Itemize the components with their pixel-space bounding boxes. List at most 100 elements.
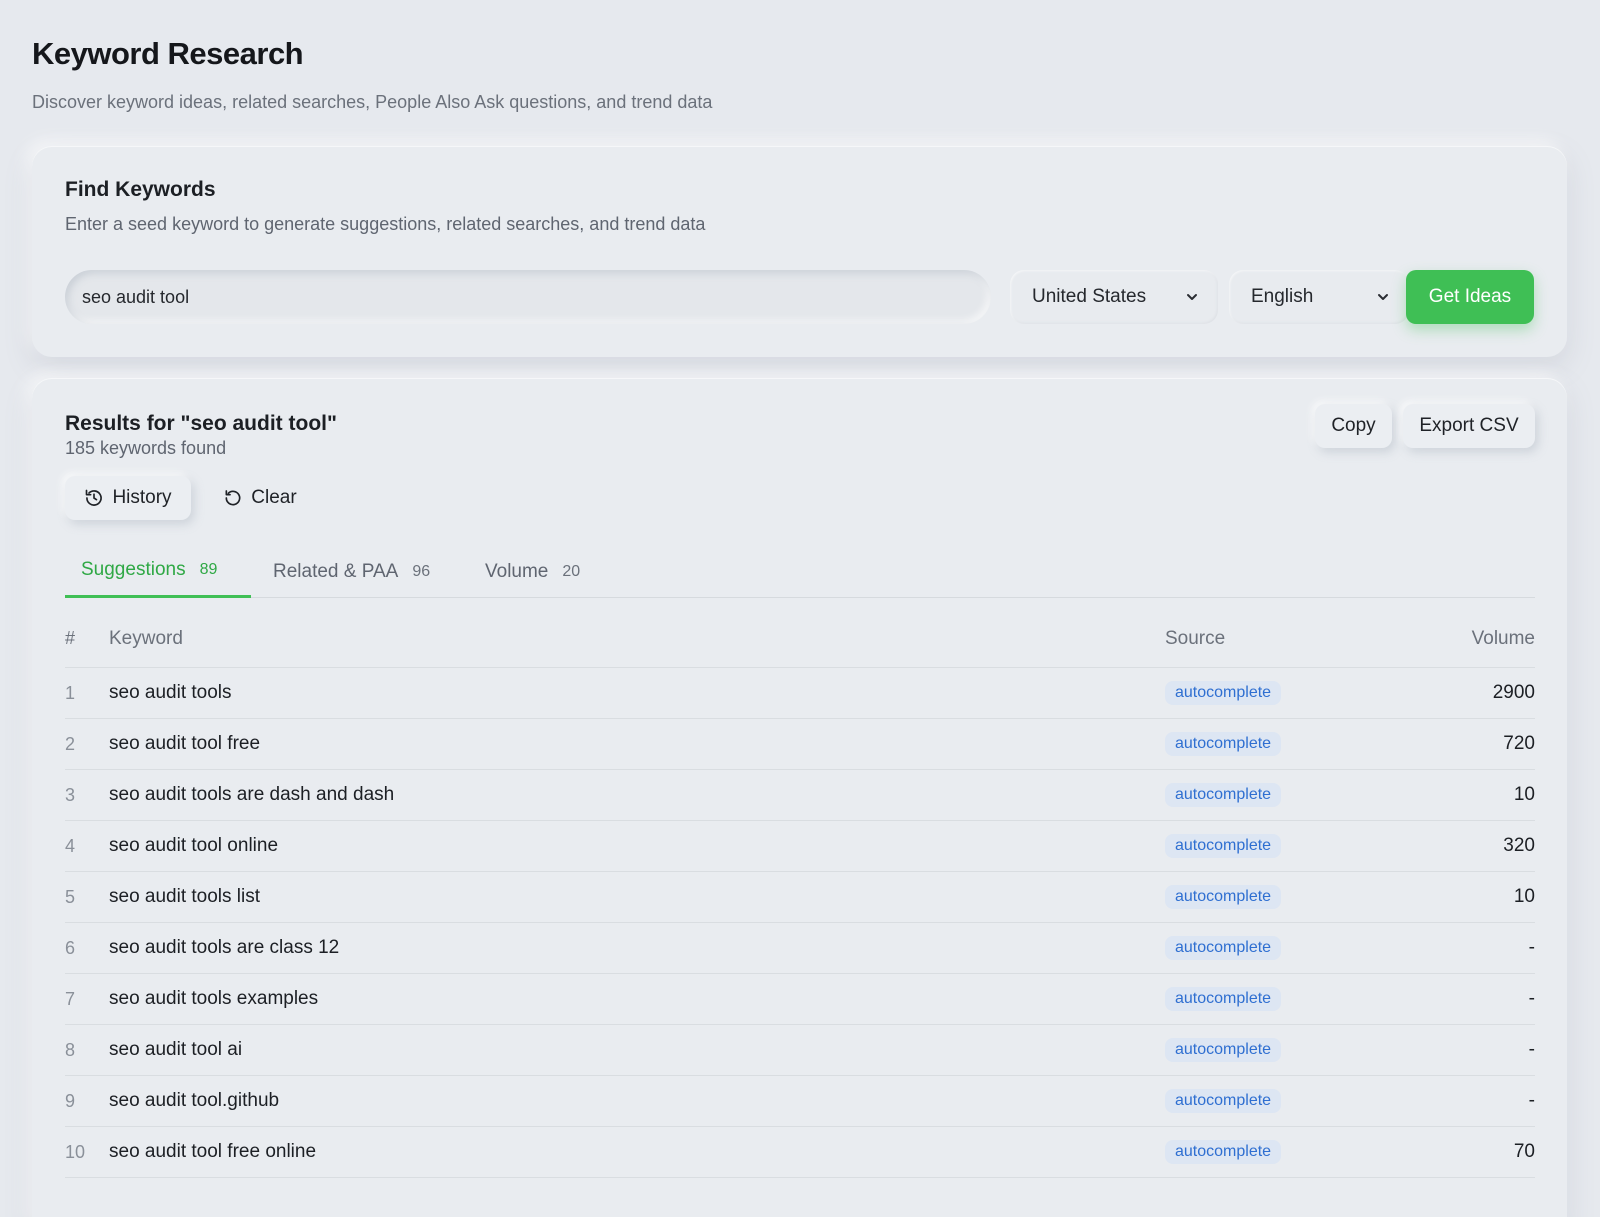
column-header-volume[interactable]: Volume xyxy=(1415,628,1535,650)
row-source: autocomplete xyxy=(1165,1089,1415,1113)
row-keyword: seo audit tools are dash and dash xyxy=(109,784,395,805)
source-badge: autocomplete xyxy=(1165,1089,1282,1113)
row-number: 8 xyxy=(65,1039,76,1060)
row-number: 7 xyxy=(65,988,76,1009)
source-badge: autocomplete xyxy=(1165,1038,1282,1062)
row-keyword: seo audit tool.github xyxy=(109,1090,280,1111)
tab-volume[interactable]: Volume 20 xyxy=(469,546,609,598)
column-header-source[interactable]: Source xyxy=(1165,628,1415,650)
source-badge: autocomplete xyxy=(1165,834,1282,858)
clear-button-label: Clear xyxy=(251,487,297,508)
tab-suggestions[interactable]: Suggestions 89 xyxy=(65,546,251,598)
row-number: 3 xyxy=(65,784,76,805)
row-volume: 10 xyxy=(1513,784,1535,805)
row-keyword: seo audit tools are class 12 xyxy=(109,937,340,958)
row-keyword: seo audit tool free online xyxy=(109,1141,317,1162)
refresh-icon xyxy=(225,490,241,506)
row-source: autocomplete xyxy=(1165,987,1415,1011)
row-keyword: seo audit tools list xyxy=(109,886,261,907)
row-number: 9 xyxy=(65,1090,76,1111)
tab-count: 89 xyxy=(199,560,218,578)
source-badge: autocomplete xyxy=(1165,936,1282,960)
table-row[interactable]: 8 seo audit tool ai autocomplete - xyxy=(65,1025,1535,1076)
find-card-title: Find Keywords xyxy=(65,178,216,201)
copy-button[interactable]: Copy xyxy=(1315,404,1392,448)
table-header: # Keyword Source Volume xyxy=(65,610,1535,668)
row-number: 4 xyxy=(65,835,76,856)
tab-label: Related & PAA xyxy=(273,561,399,582)
table-row[interactable]: 10 seo audit tool free online autocomple… xyxy=(65,1127,1535,1178)
chevron-down-icon xyxy=(1187,294,1197,300)
page-title: Keyword Research xyxy=(32,36,304,71)
page-subtitle: Discover keyword ideas, related searches… xyxy=(32,92,713,112)
seed-keyword-input[interactable] xyxy=(65,270,991,324)
row-volume: - xyxy=(1528,1090,1535,1111)
row-volume: - xyxy=(1528,937,1535,958)
row-volume: - xyxy=(1528,1039,1535,1060)
tab-label: Suggestions xyxy=(81,558,186,580)
get-ideas-button[interactable]: Get Ideas xyxy=(1406,270,1534,324)
row-number: 5 xyxy=(65,886,76,907)
table-row[interactable]: 3 seo audit tools are dash and dash auto… xyxy=(65,770,1535,821)
source-badge: autocomplete xyxy=(1165,987,1282,1011)
find-card-subtitle: Enter a seed keyword to generate suggest… xyxy=(65,214,706,234)
country-select[interactable]: United States xyxy=(1010,270,1218,324)
row-keyword: seo audit tools examples xyxy=(109,988,319,1009)
tab-label: Volume xyxy=(485,561,549,582)
source-badge: autocomplete xyxy=(1165,732,1282,756)
source-badge: autocomplete xyxy=(1165,783,1282,807)
page-header: Keyword Research Discover keyword ideas,… xyxy=(32,0,1568,113)
source-badge: autocomplete xyxy=(1165,681,1282,705)
row-number: 10 xyxy=(65,1141,86,1162)
source-badge: autocomplete xyxy=(1165,1140,1282,1164)
find-keywords-card: Find Keywords Enter a seed keyword to ge… xyxy=(32,146,1567,357)
results-title: Results for "seo audit tool" xyxy=(65,412,337,435)
results-count: 185 keywords found xyxy=(65,438,227,458)
row-keyword: seo audit tool ai xyxy=(109,1039,243,1060)
table-row[interactable]: 6 seo audit tools are class 12 autocompl… xyxy=(65,923,1535,974)
row-number: 2 xyxy=(65,733,76,754)
row-source: autocomplete xyxy=(1165,783,1415,807)
row-source: autocomplete xyxy=(1165,834,1415,858)
results-card: Results for "seo audit tool" 185 keyword… xyxy=(32,378,1567,1217)
row-source: autocomplete xyxy=(1165,732,1415,756)
row-keyword: seo audit tools xyxy=(109,682,232,703)
row-keyword: seo audit tool free xyxy=(109,733,261,754)
row-volume: 2900 xyxy=(1492,682,1535,703)
chevron-down-icon xyxy=(1378,294,1388,300)
row-source: autocomplete xyxy=(1165,1038,1415,1062)
table-row[interactable]: 7 seo audit tools examples autocomplete … xyxy=(65,974,1535,1025)
row-number: 1 xyxy=(65,682,76,703)
table-row[interactable]: 5 seo audit tools list autocomplete 10 xyxy=(65,872,1535,923)
row-source: autocomplete xyxy=(1165,936,1415,960)
column-header-number: # xyxy=(65,628,76,648)
keywords-table: # Keyword Source Volume 1 seo audit tool… xyxy=(65,610,1535,1178)
clear-button[interactable]: Clear xyxy=(212,476,308,520)
column-header-keyword[interactable]: Keyword xyxy=(109,628,1165,650)
row-volume: 70 xyxy=(1513,1141,1535,1162)
row-source: autocomplete xyxy=(1165,885,1415,909)
row-number: 6 xyxy=(65,937,76,958)
language-select-value: English xyxy=(1251,286,1314,307)
table-row[interactable]: 2 seo audit tool free autocomplete 720 xyxy=(65,719,1535,770)
table-row[interactable]: 4 seo audit tool online autocomplete 320 xyxy=(65,821,1535,872)
tab-related-paa[interactable]: Related & PAA 96 xyxy=(257,546,463,598)
tab-count: 20 xyxy=(562,563,581,580)
row-source: autocomplete xyxy=(1165,681,1415,705)
results-tabs: Suggestions 89 Related & PAA 96 Volume 2… xyxy=(65,546,1535,598)
history-button[interactable]: History xyxy=(65,476,191,520)
row-volume: 10 xyxy=(1513,886,1535,907)
history-button-label: History xyxy=(112,487,172,508)
row-source: autocomplete xyxy=(1165,1140,1415,1164)
table-row[interactable]: 1 seo audit tools autocomplete 2900 xyxy=(65,668,1535,719)
tab-count: 96 xyxy=(412,563,431,580)
row-volume: 320 xyxy=(1503,835,1535,856)
language-select[interactable]: English xyxy=(1229,270,1409,324)
row-volume: - xyxy=(1528,988,1535,1009)
history-icon xyxy=(86,489,103,506)
export-csv-button[interactable]: Export CSV xyxy=(1403,404,1535,448)
table-row[interactable]: 9 seo audit tool.github autocomplete - xyxy=(65,1076,1535,1127)
country-select-value: United States xyxy=(1032,286,1147,307)
source-badge: autocomplete xyxy=(1165,885,1282,909)
row-volume: 720 xyxy=(1503,733,1535,754)
